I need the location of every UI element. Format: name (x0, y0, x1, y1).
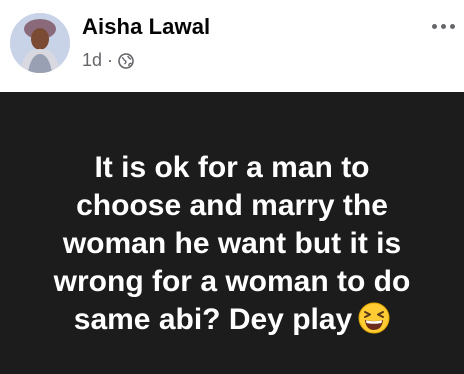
author-name[interactable]: Aisha Lawal (82, 14, 210, 40)
post-meta: 1d · (82, 50, 134, 71)
avatar-image (10, 13, 70, 73)
post-text: It is ok for a man to choose and marry t… (53, 151, 411, 336)
more-dot (449, 23, 455, 29)
post-header: Aisha Lawal 1d · (0, 0, 464, 92)
grinning-squinting-face-emoji (358, 302, 390, 334)
meta-separator: · (107, 50, 114, 70)
post-timestamp[interactable]: 1d (82, 50, 102, 71)
more-dot (440, 23, 446, 29)
post-background: It is ok for a man to choose and marry t… (0, 92, 464, 374)
avatar[interactable] (10, 13, 70, 73)
more-dot (431, 23, 437, 29)
post-text-block: It is ok for a man to choose and marry t… (17, 149, 447, 339)
globe-icon[interactable] (118, 52, 134, 69)
more-options-icon[interactable] (428, 14, 458, 38)
